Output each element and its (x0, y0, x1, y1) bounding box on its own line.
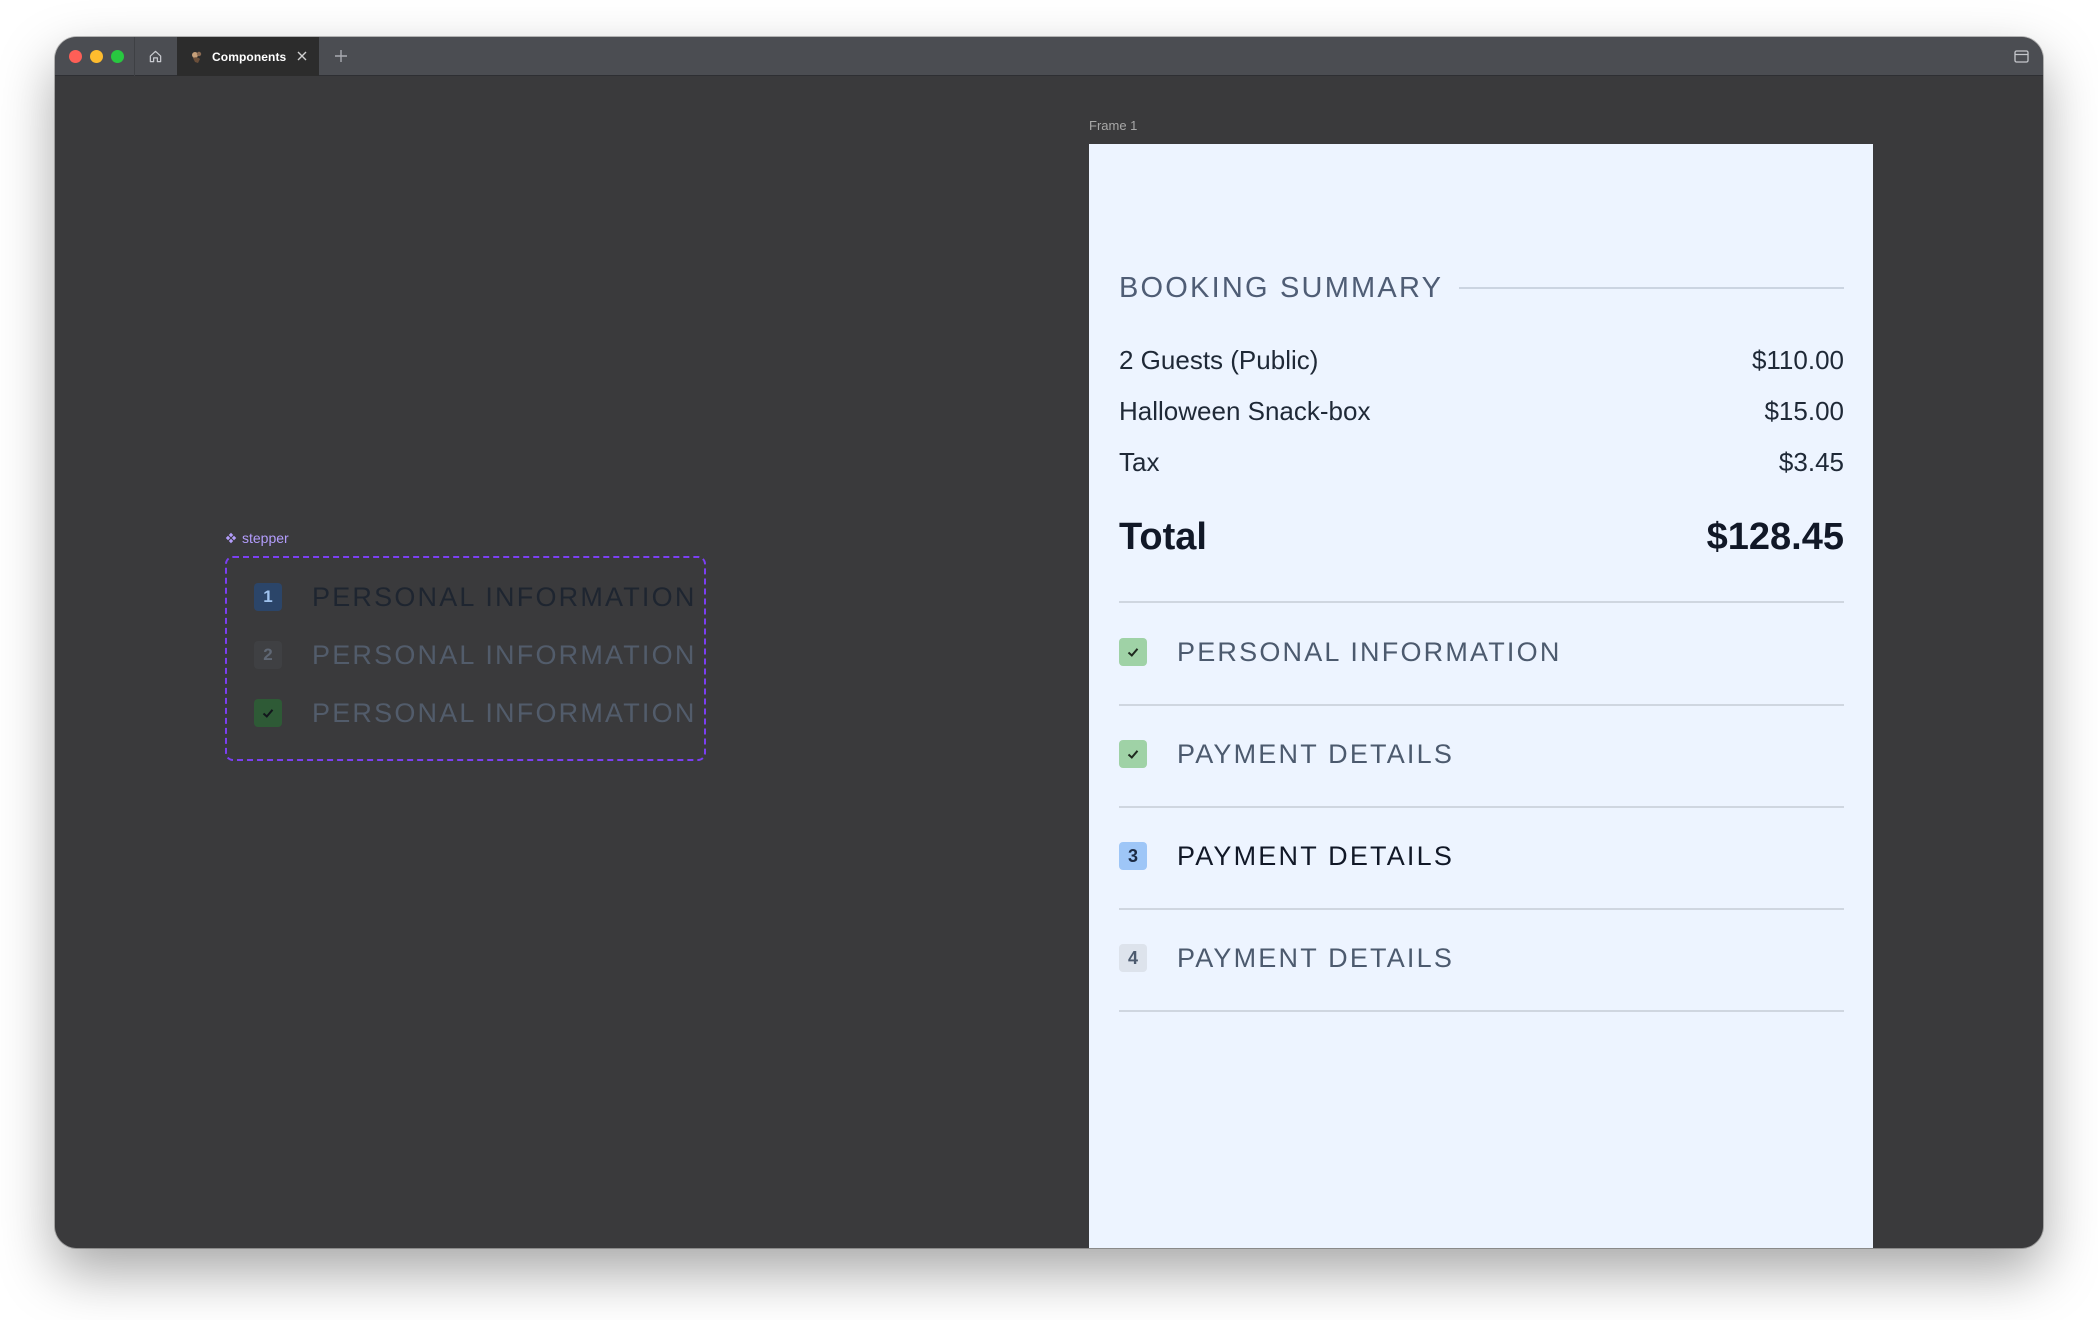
total-row: Total $128.45 (1119, 516, 1844, 559)
checkmark-icon (1127, 648, 1139, 657)
line-item: 2 Guests (Public) $110.00 (1119, 345, 1844, 376)
step-number-badge: 3 (1119, 842, 1147, 870)
line-item-price: $15.00 (1764, 396, 1844, 426)
component-label[interactable]: stepper (225, 530, 289, 546)
stepper-component[interactable]: 1 PERSONAL INFORMATION 2 PERSONAL INFORM… (225, 556, 706, 761)
divider (1119, 1010, 1844, 1012)
new-tab-icon[interactable] (331, 46, 351, 66)
panel-toggle-icon[interactable] (2013, 48, 2030, 65)
booking-summary-title: BOOKING SUMMARY (1119, 271, 1444, 304)
step-done-badge (1119, 740, 1147, 768)
step-number-badge: 1 (254, 583, 282, 611)
step-personal-information[interactable]: PERSONAL INFORMATION (1119, 632, 1844, 672)
step-payment-details-upcoming[interactable]: 4 PAYMENT DETAILS (1119, 938, 1844, 978)
step-label: PAYMENT DETAILS (1177, 840, 1455, 871)
total-label: Total (1119, 516, 1207, 558)
step-done-badge (254, 699, 282, 727)
step-done-badge (1119, 638, 1147, 666)
stepper-item[interactable]: 1 PERSONAL INFORMATION (254, 582, 697, 612)
stepper-item-label: PERSONAL INFORMATION (312, 639, 697, 670)
line-item-name: Halloween Snack-box (1119, 396, 1371, 426)
component-label-text: stepper (242, 530, 289, 546)
step-number-badge: 4 (1119, 944, 1147, 972)
line-item-price: $3.45 (1778, 447, 1844, 477)
total-amount: $128.45 (1706, 516, 1844, 558)
stepper-item-label: PERSONAL INFORMATION (312, 697, 697, 728)
step-label: PERSONAL INFORMATION (1177, 636, 1562, 667)
step-payment-details-current[interactable]: 3 PAYMENT DETAILS (1119, 836, 1844, 876)
checkmark-icon (1127, 750, 1139, 759)
step-number: 4 (1127, 947, 1138, 968)
tab-components[interactable]: Components (177, 37, 319, 76)
booking-summary-header: BOOKING SUMMARY (1119, 268, 1844, 308)
header-rule (1459, 287, 1844, 289)
line-item: Halloween Snack-box $15.00 (1119, 396, 1844, 427)
stepper-item-label: PERSONAL INFORMATION (312, 581, 697, 612)
stepper-item[interactable]: PERSONAL INFORMATION (254, 698, 697, 728)
stepper-item[interactable]: 2 PERSONAL INFORMATION (254, 640, 697, 670)
close-tab-icon[interactable] (295, 49, 309, 63)
step-label: PAYMENT DETAILS (1177, 738, 1455, 769)
title-bar: Components (55, 37, 2043, 76)
tab-label: Components (212, 49, 287, 64)
component-icon (225, 532, 237, 544)
checkmark-icon (262, 709, 274, 718)
maximize-window-button[interactable] (111, 50, 124, 63)
divider (1119, 601, 1844, 603)
frame-booking-summary[interactable]: BOOKING SUMMARY 2 Guests (Public) $110.0… (1089, 144, 1873, 1248)
close-window-button[interactable] (69, 50, 82, 63)
divider (1119, 908, 1844, 910)
step-number: 3 (1127, 845, 1138, 866)
divider (1119, 704, 1844, 706)
step-payment-details[interactable]: PAYMENT DETAILS (1119, 734, 1844, 774)
line-item-price: $110.00 (1751, 345, 1844, 375)
line-item-name: Tax (1119, 447, 1160, 477)
step-number-badge: 2 (254, 641, 282, 669)
home-button[interactable] (134, 37, 176, 76)
divider (1119, 806, 1844, 808)
step-label: PAYMENT DETAILS (1177, 942, 1455, 973)
step-number: 1 (263, 587, 273, 606)
home-icon (149, 50, 162, 63)
line-item: Tax $3.45 (1119, 447, 1844, 478)
app-window: Components stepper 1 PERSONAL INFORMATIO… (55, 37, 2043, 1248)
minimize-window-button[interactable] (90, 50, 103, 63)
frame-label[interactable]: Frame 1 (1089, 118, 1137, 133)
step-number: 2 (263, 645, 273, 664)
design-canvas[interactable]: stepper 1 PERSONAL INFORMATION 2 PERSONA… (55, 76, 2043, 1248)
file-favicon-icon (192, 51, 202, 63)
line-item-name: 2 Guests (Public) (1119, 345, 1319, 375)
